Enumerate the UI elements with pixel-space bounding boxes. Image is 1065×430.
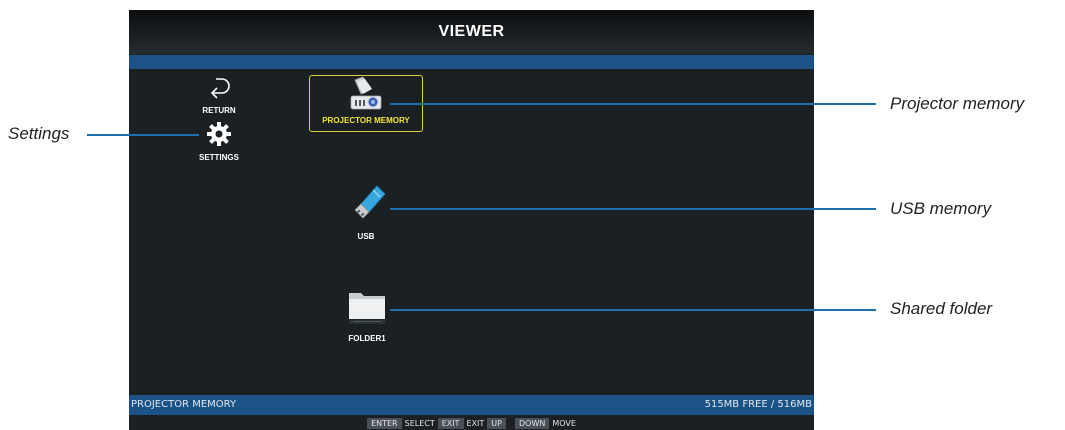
settings-callout: Settings bbox=[8, 124, 70, 143]
projector-memory-callout: Projector memory bbox=[890, 94, 1025, 113]
shared-folder-callout: Shared folder bbox=[890, 299, 993, 318]
usb-memory-callout: USB memory bbox=[890, 199, 992, 218]
